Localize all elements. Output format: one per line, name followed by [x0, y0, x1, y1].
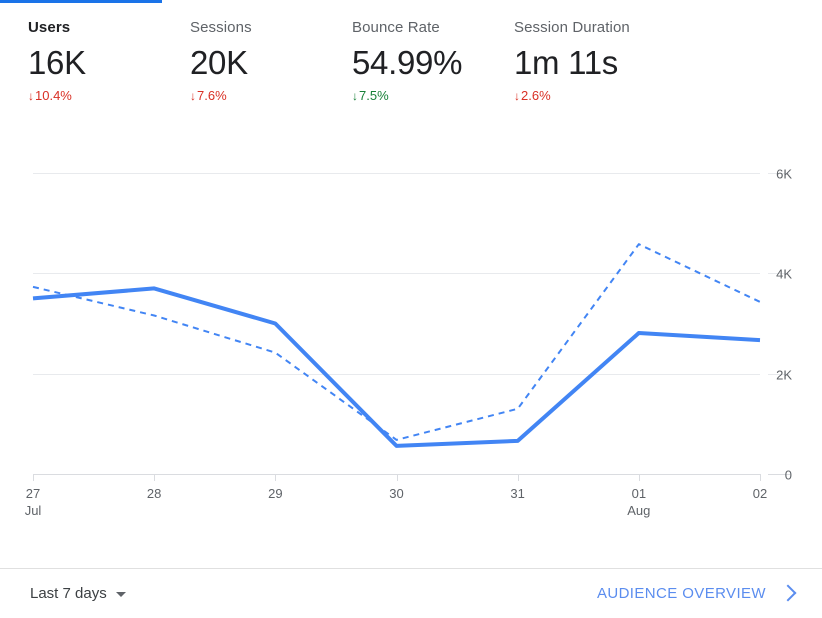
metric-value: 20K	[190, 44, 248, 81]
metric-label: Session Duration	[514, 19, 630, 36]
x-tick-label: 28	[147, 486, 161, 501]
metric-delta-value: 10.4%	[35, 88, 72, 103]
card-footer: Last 7 days AUDIENCE OVERVIEW	[0, 569, 822, 618]
x-tick-label: 29	[268, 486, 282, 501]
x-tick-sublabel: Jul	[25, 503, 42, 518]
y-tick-label: 0	[785, 468, 792, 483]
metric-label: Bounce Rate	[352, 19, 440, 36]
metric-delta: ↓2.6%	[514, 87, 686, 105]
x-tick-label: 02	[753, 486, 767, 501]
arrow-down-icon: ↓	[28, 89, 34, 103]
x-tick-label: 01	[632, 486, 646, 501]
metric-delta: ↓10.4%	[28, 87, 162, 105]
metric-value: 54.99%	[352, 44, 463, 81]
metric-delta: ↓7.6%	[190, 87, 324, 105]
metric-delta-value: 7.6%	[197, 88, 227, 103]
date-range-selector[interactable]: Last 7 days	[30, 585, 126, 602]
y-tick-label: 6K	[776, 167, 792, 182]
arrow-down-icon: ↓	[352, 89, 358, 103]
active-tab-underline	[0, 0, 162, 3]
x-tick-label: 27	[26, 486, 40, 501]
metric-card-bounce-rate[interactable]: Bounce Rate 54.99% ↓7.5%	[324, 18, 486, 128]
metric-delta-value: 7.5%	[359, 88, 389, 103]
arrow-down-icon: ↓	[190, 89, 196, 103]
arrow-down-icon: ↓	[514, 89, 520, 103]
metrics-row: Users 16K ↓10.4% Sessions 20K ↓7.6% Boun…	[0, 18, 822, 128]
chevron-right-icon	[779, 584, 797, 602]
metric-label: Users	[28, 19, 71, 36]
metric-value: 16K	[28, 44, 86, 81]
metric-card-session-duration[interactable]: Session Duration 1m 11s ↓2.6%	[486, 18, 686, 128]
metric-value: 1m 11s	[514, 44, 618, 81]
date-range-label: Last 7 days	[30, 585, 107, 602]
audience-overview-link[interactable]: AUDIENCE OVERVIEW	[596, 584, 797, 602]
x-tick-sublabel: Aug	[627, 503, 650, 518]
users-trend-chart[interactable]: 0 2K 4K 6K 27 Jul 28 29 30 31 01 Aug 02	[0, 140, 822, 560]
metric-card-users[interactable]: Users 16K ↓10.4%	[0, 18, 162, 128]
y-tick-label: 4K	[776, 267, 792, 282]
metric-delta: ↓7.5%	[352, 87, 486, 105]
metric-card-sessions[interactable]: Sessions 20K ↓7.6%	[162, 18, 324, 128]
chart-gridlines	[33, 173, 790, 475]
chart-y-tick-labels: 0 2K 4K 6K	[776, 167, 792, 483]
y-tick-label: 2K	[776, 368, 792, 383]
chevron-down-icon	[115, 592, 126, 597]
chart-canvas: 0 2K 4K 6K 27 Jul 28 29 30 31 01 Aug 02	[25, 167, 793, 519]
metric-delta-value: 2.6%	[521, 88, 551, 103]
chart-x-tick-labels: 27 Jul 28 29 30 31 01 Aug 02	[25, 486, 768, 518]
chart-axis	[33, 474, 761, 481]
x-tick-label: 30	[389, 486, 403, 501]
x-tick-label: 31	[510, 486, 524, 501]
audience-overview-label: AUDIENCE OVERVIEW	[596, 585, 766, 602]
metric-label: Sessions	[190, 19, 252, 36]
